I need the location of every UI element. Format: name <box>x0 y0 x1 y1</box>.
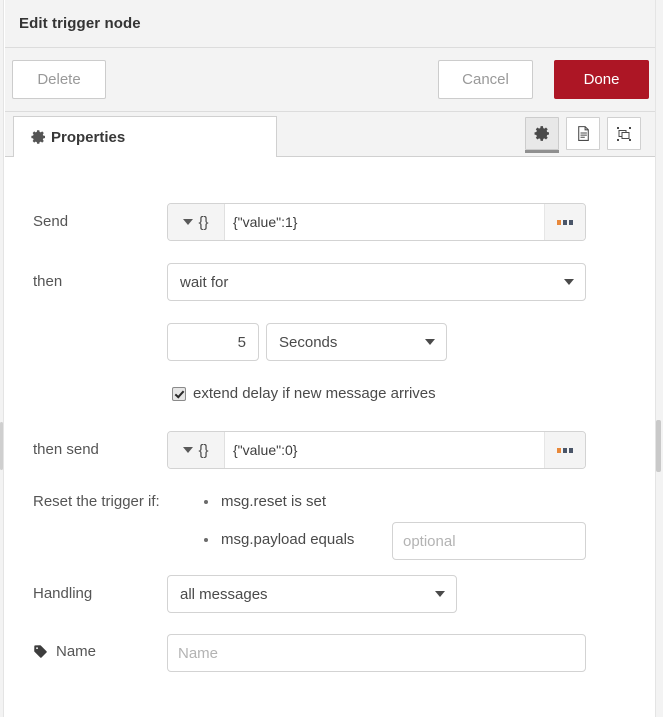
send-label: Send <box>33 213 69 230</box>
tab-strip: Properties <box>5 112 655 157</box>
extend-delay-checkbox-row[interactable]: extend delay if new message arrives <box>172 385 436 402</box>
done-button[interactable]: Done <box>554 60 649 99</box>
node-appearance-button[interactable] <box>607 117 641 150</box>
extend-delay-checkbox[interactable] <box>172 386 186 401</box>
dialog-header: Edit trigger node <box>5 0 655 48</box>
send-value-input[interactable]: {"value":1} <box>225 204 544 240</box>
send-type-selector[interactable]: {} <box>168 204 225 240</box>
appearance-icon <box>617 126 631 141</box>
handling-label: Handling <box>33 585 93 602</box>
reset-bullet-1: msg.payload equals <box>204 531 354 548</box>
left-edge-rail <box>0 0 4 717</box>
duration-unit-value: Seconds <box>279 333 338 351</box>
duration-input[interactable] <box>167 323 259 361</box>
duration-unit-select[interactable]: Seconds <box>266 323 447 361</box>
then-send-label: then send <box>33 441 99 458</box>
document-icon <box>577 126 589 141</box>
delete-button[interactable]: Delete <box>12 60 106 99</box>
chevron-down-icon <box>435 591 445 597</box>
reset-bullet-0-text: msg.reset is set <box>221 493 327 510</box>
reset-payload-input[interactable] <box>392 522 586 560</box>
handling-select[interactable]: all messages <box>167 575 457 613</box>
gear-icon <box>31 130 45 144</box>
node-panel-icon-buttons <box>525 117 641 153</box>
left-scrollbar-thumb[interactable] <box>0 422 3 470</box>
tab-properties[interactable]: Properties <box>13 116 277 157</box>
name-label-group: Name <box>33 643 96 660</box>
send-expand-button[interactable] <box>544 204 585 240</box>
ellipsis-icon <box>557 219 561 225</box>
bullet-icon <box>204 499 208 504</box>
then-send-type-glyph: {} <box>198 441 209 459</box>
then-select-value: wait for <box>180 273 229 291</box>
dialog-button-bar: Delete Cancel Done <box>5 48 655 112</box>
then-send-type-selector[interactable]: {} <box>168 432 225 468</box>
gear-icon <box>534 126 549 141</box>
ellipsis-icon <box>557 447 561 453</box>
chevron-down-icon <box>564 279 574 285</box>
reset-bullet-0: msg.reset is set <box>204 493 326 510</box>
then-label: then <box>33 273 63 290</box>
properties-form: Send {} {"value":1} then wait for Second… <box>5 157 655 717</box>
send-typed-input[interactable]: {} {"value":1} <box>167 203 586 241</box>
reset-bullet-1-text: msg.payload equals <box>221 531 355 548</box>
then-send-value-input[interactable]: {"value":0} <box>225 432 544 468</box>
node-settings-button[interactable] <box>525 117 559 153</box>
reset-label: Reset the trigger if: <box>33 493 160 510</box>
cancel-button[interactable]: Cancel <box>438 60 533 99</box>
ellipsis-icon <box>563 219 567 225</box>
then-select[interactable]: wait for <box>167 263 586 301</box>
send-type-glyph: {} <box>198 213 209 231</box>
extend-delay-label: extend delay if new message arrives <box>193 385 436 402</box>
then-send-expand-button[interactable] <box>544 432 585 468</box>
then-send-typed-input[interactable]: {} {"value":0} <box>167 431 586 469</box>
ellipsis-icon <box>563 447 567 453</box>
right-scrollbar-track[interactable] <box>655 0 663 717</box>
right-scrollbar-thumb[interactable] <box>656 420 661 472</box>
tab-properties-label: Properties <box>51 128 126 146</box>
chevron-down-icon <box>425 339 435 345</box>
handling-select-value: all messages <box>180 585 268 603</box>
chevron-down-icon <box>183 447 194 453</box>
tag-icon <box>34 645 47 658</box>
page-title: Edit trigger node <box>19 15 141 32</box>
bullet-icon <box>204 537 208 542</box>
node-description-button[interactable] <box>566 117 600 150</box>
name-input[interactable] <box>167 634 586 672</box>
name-label: Name <box>56 643 97 660</box>
chevron-down-icon <box>183 219 194 225</box>
ellipsis-icon <box>569 447 573 453</box>
ellipsis-icon <box>569 219 573 225</box>
